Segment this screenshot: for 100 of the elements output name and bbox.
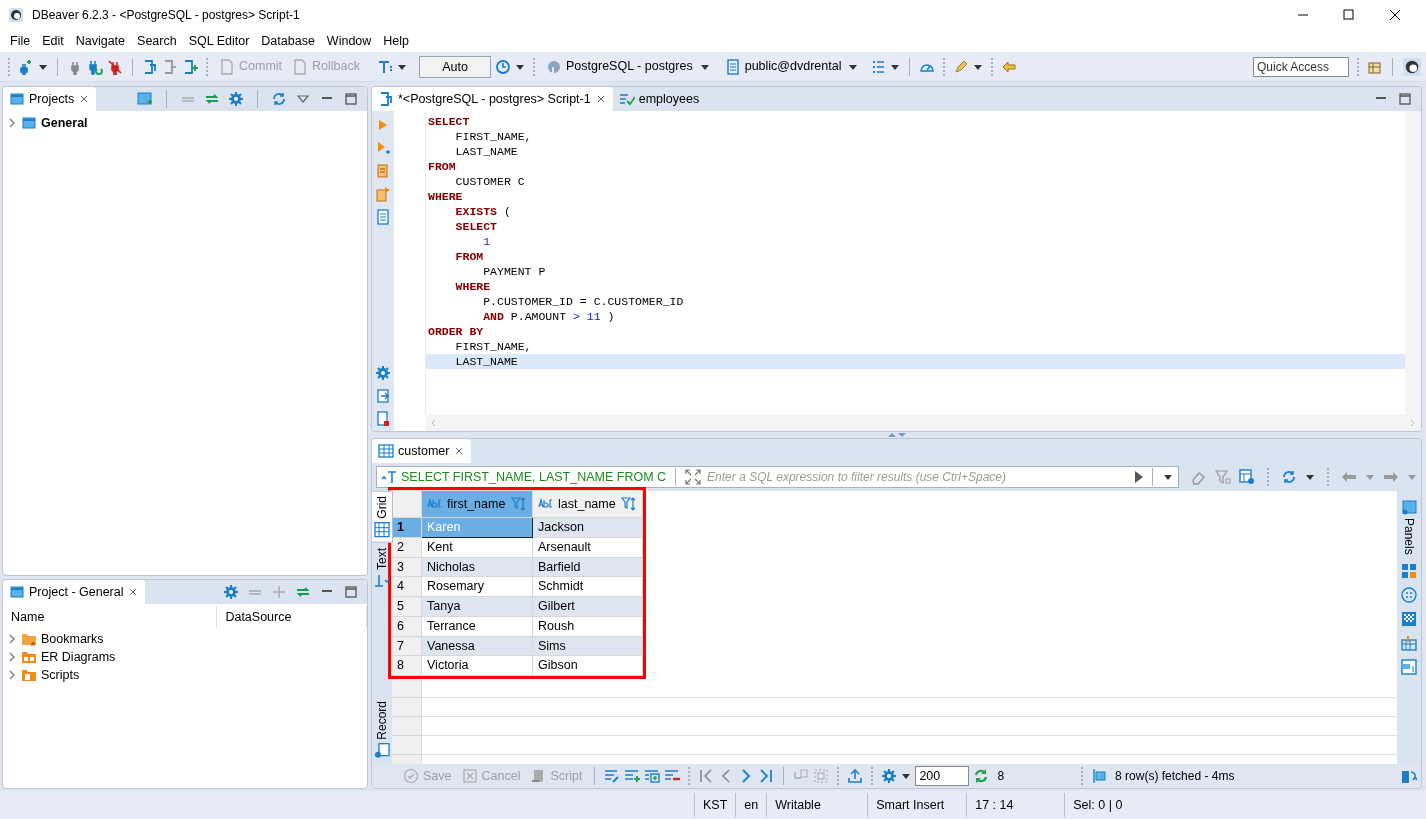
add-row-icon[interactable]: [624, 768, 641, 784]
grid-insert-icon[interactable]: [1401, 634, 1417, 651]
chevron-icon[interactable]: [7, 634, 17, 644]
caret-icon[interactable]: [890, 62, 901, 71]
table-cell[interactable]: Kent: [421, 537, 533, 557]
history-caret-icon[interactable]: [1162, 473, 1174, 481]
sync-icon[interactable]: [271, 91, 287, 107]
caret-icon[interactable]: [515, 62, 525, 71]
row-number[interactable]: 3: [391, 557, 422, 577]
row-number[interactable]: 8: [391, 655, 422, 676]
menu-item[interactable]: Edit: [36, 31, 70, 51]
maximize-icon[interactable]: [343, 91, 359, 107]
table-cell[interactable]: Roush: [532, 616, 643, 636]
panels-tab[interactable]: Panels: [1400, 499, 1418, 555]
last-page-icon[interactable]: [758, 768, 775, 784]
datasource-selector[interactable]: PostgreSQL - postgres: [543, 55, 696, 78]
format-icon[interactable]: [377, 58, 393, 75]
eraser-icon[interactable]: [1191, 469, 1207, 485]
table-cell[interactable]: Schmidt: [532, 576, 643, 597]
view-tab[interactable]: Grid: [372, 491, 393, 543]
fullscreen-icon[interactable]: [685, 469, 702, 485]
tree-item[interactable]: General: [41, 113, 88, 133]
table-cell[interactable]: Arsenault: [532, 537, 643, 557]
scrollbar[interactable]: [1405, 111, 1421, 415]
view-tab[interactable]: Text: [372, 542, 393, 594]
edit-rows-icon[interactable]: [604, 768, 621, 784]
row-number[interactable]: 4: [391, 576, 422, 597]
table-settings-icon[interactable]: [1239, 469, 1255, 485]
view-tab[interactable]: Record: [372, 696, 393, 764]
chevron-icon[interactable]: [7, 670, 17, 680]
table-cell[interactable]: Rosemary: [421, 576, 533, 597]
document-icon[interactable]: [375, 411, 391, 427]
copy-row-icon[interactable]: [644, 768, 661, 784]
settings-icon[interactable]: [223, 584, 239, 600]
schema-selector[interactable]: public@dvdrental: [721, 55, 845, 78]
menu-item[interactable]: Search: [131, 31, 183, 51]
execute-new-tab-icon[interactable]: [375, 140, 391, 156]
script-icon[interactable]: [375, 163, 391, 179]
quick-access-field[interactable]: Quick Access: [1253, 56, 1349, 77]
column-header[interactable]: first_name: [421, 490, 533, 518]
plug-plus-icon[interactable]: [18, 58, 34, 75]
menu-item[interactable]: Database: [255, 31, 321, 51]
layout-icon[interactable]: [1401, 768, 1417, 784]
table-cell[interactable]: Terrance: [421, 616, 533, 636]
export-icon[interactable]: [847, 768, 864, 784]
history-icon[interactable]: [495, 58, 511, 75]
export-icon[interactable]: [375, 388, 391, 404]
plan-icon[interactable]: [375, 209, 391, 225]
menu-item[interactable]: SQL Editor: [182, 31, 256, 51]
menu-item[interactable]: Navigate: [69, 31, 132, 51]
caret-icon[interactable]: [848, 62, 859, 71]
panel-tab[interactable]: Project - General: [3, 580, 146, 604]
list-icon[interactable]: [870, 58, 887, 75]
caret-icon[interactable]: [973, 62, 984, 71]
tree-item[interactable]: Scripts: [41, 665, 80, 685]
checker-icon[interactable]: [1401, 610, 1417, 627]
editor-tab[interactable]: employees: [612, 87, 706, 111]
caret-icon[interactable]: [38, 62, 48, 71]
plug-refresh-icon[interactable]: [87, 58, 103, 75]
chevron-icon[interactable]: [7, 652, 17, 662]
first-page-icon[interactable]: [698, 768, 715, 784]
tree-item[interactable]: ER Diagrams: [41, 647, 116, 667]
tree-item[interactable]: Bookmarks: [41, 629, 104, 649]
page-size-field[interactable]: 200: [915, 766, 970, 786]
new-window-icon[interactable]: [137, 91, 153, 107]
refresh-icon[interactable]: [1281, 469, 1297, 485]
results-tab[interactable]: customer: [372, 439, 472, 463]
row-number[interactable]: 7: [391, 636, 422, 656]
caret-icon[interactable]: [1305, 473, 1315, 481]
filter-field[interactable]: SELECT FIRST_NAME, LAST_NAME FROM C Enter a SQL expression to filter results (use Ctrl+Space): [376, 466, 1179, 488]
dots-icon[interactable]: [1401, 586, 1417, 603]
disconnect-icon[interactable]: [107, 58, 123, 75]
sql-editor-icon[interactable]: [142, 58, 158, 75]
refresh-icon[interactable]: [973, 768, 990, 784]
row-number[interactable]: 5: [391, 596, 422, 617]
calculator-icon[interactable]: [1401, 562, 1417, 579]
settings-icon[interactable]: [375, 365, 391, 381]
column-header[interactable]: DataSource: [217, 606, 367, 628]
panel-layout-icon[interactable]: [1401, 658, 1417, 675]
caret-icon[interactable]: [901, 772, 912, 780]
chevron-icon[interactable]: [7, 118, 17, 128]
run-script-icon[interactable]: [375, 186, 391, 202]
editor-tab[interactable]: *<PostgreSQL - postgres> Script-1: [372, 87, 613, 111]
table-cell[interactable]: Victoria: [421, 655, 533, 676]
menu-item[interactable]: File: [4, 31, 37, 51]
panel-tab[interactable]: Projects: [3, 87, 97, 111]
settings-icon[interactable]: [881, 768, 898, 784]
menu-item[interactable]: Help: [377, 31, 416, 51]
row-number[interactable]: 6: [391, 616, 422, 636]
maximize-icon[interactable]: [1397, 91, 1413, 107]
table-cell[interactable]: Gibson: [532, 655, 643, 676]
forward-icon[interactable]: [1383, 469, 1399, 485]
column-header[interactable]: Name: [3, 606, 218, 628]
sort-filter-icon[interactable]: [621, 496, 637, 512]
maximize-icon[interactable]: [343, 584, 359, 600]
menu-item[interactable]: Window: [320, 31, 378, 51]
caret-icon[interactable]: [699, 62, 710, 71]
sort-filter-icon[interactable]: [511, 496, 527, 512]
sql-script-icon[interactable]: [162, 58, 178, 75]
transaction-mode-button[interactable]: Auto: [419, 55, 491, 78]
